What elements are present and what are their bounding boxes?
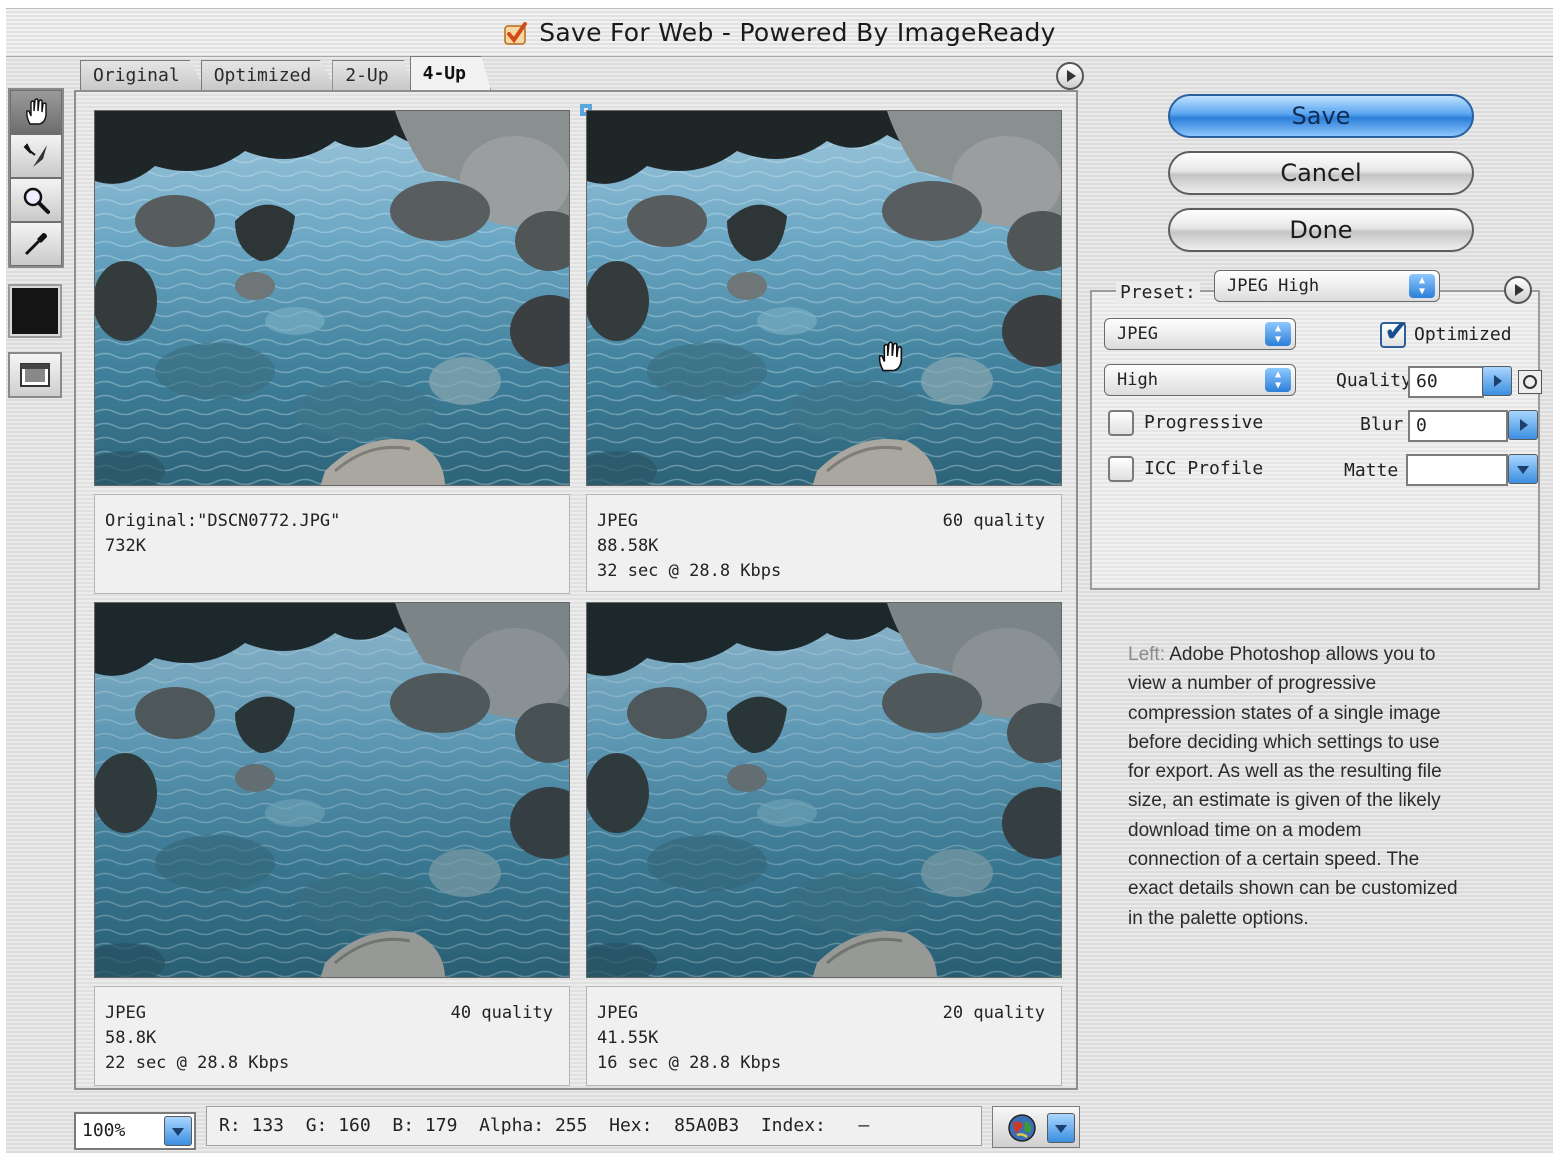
file-format-value: JPEG: [1117, 324, 1158, 344]
settings-menu-arrow-icon[interactable]: [1504, 276, 1532, 304]
quality-input[interactable]: 60: [1408, 366, 1484, 398]
tab-original[interactable]: Original: [80, 60, 205, 90]
tab-2-up[interactable]: 2-Up: [332, 60, 414, 90]
toolbox: [8, 88, 64, 398]
blur-label: Blur: [1360, 414, 1404, 435]
zoom-level-field[interactable]: 100%: [74, 1112, 196, 1150]
blur-input[interactable]: 0: [1408, 410, 1508, 442]
pane-quality: 60 quality: [942, 511, 1045, 531]
quality-slider-arrow-icon[interactable]: [1482, 366, 1512, 396]
caption-text: Adobe Photoshop allows you to view a num…: [1128, 644, 1458, 929]
original-image-preview[interactable]: [94, 110, 570, 486]
tab-optimized[interactable]: Optimized: [200, 60, 337, 90]
pane-info: Original:"DSCN0772.JPG" 732K: [94, 494, 570, 594]
select-arrows-icon: ▲ ▼: [1265, 322, 1291, 346]
pane-info: JPEG 41.55K 16 sec @ 28.8 Kbps 20 qualit…: [586, 986, 1062, 1086]
optimized-image-preview[interactable]: [586, 602, 1062, 978]
compression-quality-select[interactable]: High ▲ ▼: [1104, 364, 1296, 396]
matte-dropdown-arrow-icon[interactable]: [1508, 454, 1538, 484]
save-button[interactable]: Save: [1168, 94, 1474, 138]
pane-download-time: 16 sec @ 28.8 Kbps: [597, 1053, 782, 1073]
swatch-color: [12, 288, 58, 334]
blur-slider-arrow-icon[interactable]: [1508, 410, 1538, 440]
progressive-label: Progressive: [1144, 412, 1264, 433]
browser-globe-icon: [1008, 1114, 1036, 1142]
cancel-button[interactable]: Cancel: [1168, 151, 1474, 195]
preset-select[interactable]: JPEG High ▲ ▼: [1214, 270, 1440, 302]
mask-circle: [1523, 375, 1537, 389]
pane-file-size: 58.8K: [105, 1028, 157, 1048]
browser-dropdown-arrow-icon[interactable]: [1047, 1113, 1075, 1143]
optimized-checkbox[interactable]: ✔: [1380, 314, 1409, 349]
caption-lead: Left:: [1128, 644, 1165, 665]
checkmark-icon: ✔: [1384, 314, 1410, 349]
pane-file-size: 732K: [105, 536, 146, 556]
hand-cursor-icon: [878, 341, 903, 372]
select-arrows-icon: ▲ ▼: [1409, 274, 1435, 298]
pane-download-time: 22 sec @ 28.8 Kbps: [105, 1053, 290, 1073]
icc-profile-checkbox[interactable]: [1108, 456, 1134, 482]
view-tabs: Original Optimized 2-Up 4-Up: [80, 56, 491, 90]
optimized-label: Optimized: [1414, 324, 1512, 345]
eyedropper-color-swatch[interactable]: [8, 284, 62, 338]
zoom-tool-icon[interactable]: [10, 178, 62, 222]
icc-profile-label: ICC Profile: [1144, 458, 1264, 479]
toggle-slices-visibility-icon[interactable]: [8, 352, 62, 398]
eyedropper-tool-icon[interactable]: [10, 222, 62, 266]
hand-tool-icon[interactable]: [10, 90, 62, 134]
pane-filename: Original:"DSCN0772.JPG": [105, 511, 341, 531]
quality-mask-icon[interactable]: [1518, 370, 1542, 394]
figure-caption: Left: Adobe Photoshop allows you to view…: [1128, 640, 1458, 933]
optimized-image-preview[interactable]: [586, 110, 1062, 486]
matte-label: Matte: [1344, 460, 1399, 481]
quality-label: Quality: [1336, 370, 1412, 391]
pane-file-size: 41.55K: [597, 1028, 659, 1048]
zoom-level-value: 100%: [82, 1120, 126, 1141]
preview-in-browser-button[interactable]: [992, 1106, 1080, 1148]
color-readout: R: 133 G: 160 B: 179 Alpha: 255 Hex: 85A…: [206, 1106, 982, 1146]
imageready-app-icon: [504, 21, 528, 45]
matte-color-field[interactable]: [1406, 454, 1508, 486]
preset-value: JPEG High: [1227, 276, 1320, 296]
pane-quality: 40 quality: [450, 1003, 553, 1023]
pane-info: JPEG 58.8K 22 sec @ 28.8 Kbps 40 quality: [94, 986, 570, 1086]
pane-quality: 20 quality: [942, 1003, 1045, 1023]
tool-group: [8, 88, 64, 268]
zoom-dropdown-arrow-icon[interactable]: [164, 1116, 192, 1146]
progressive-checkbox[interactable]: [1108, 410, 1134, 436]
select-arrows-icon: ▲ ▼: [1265, 368, 1291, 392]
file-format-select[interactable]: JPEG ▲ ▼: [1104, 318, 1296, 350]
optimize-menu-arrow-icon[interactable]: [1056, 62, 1084, 90]
optimized-image-preview[interactable]: [94, 602, 570, 978]
pane-info: JPEG 88.58K 32 sec @ 28.8 Kbps 60 qualit…: [586, 494, 1062, 592]
window-title: Save For Web - Powered By ImageReady: [539, 18, 1056, 47]
done-button[interactable]: Done: [1168, 208, 1474, 252]
preset-label: Preset:: [1116, 282, 1200, 303]
slice-select-tool-icon[interactable]: [10, 134, 62, 178]
tab-4-up[interactable]: 4-Up: [409, 56, 491, 90]
pane-file-size: 88.58K: [597, 536, 659, 556]
pane-download-time: 32 sec @ 28.8 Kbps: [597, 561, 782, 581]
title-bar: Save For Web - Powered By ImageReady: [6, 9, 1553, 57]
compression-quality-value: High: [1117, 370, 1158, 390]
